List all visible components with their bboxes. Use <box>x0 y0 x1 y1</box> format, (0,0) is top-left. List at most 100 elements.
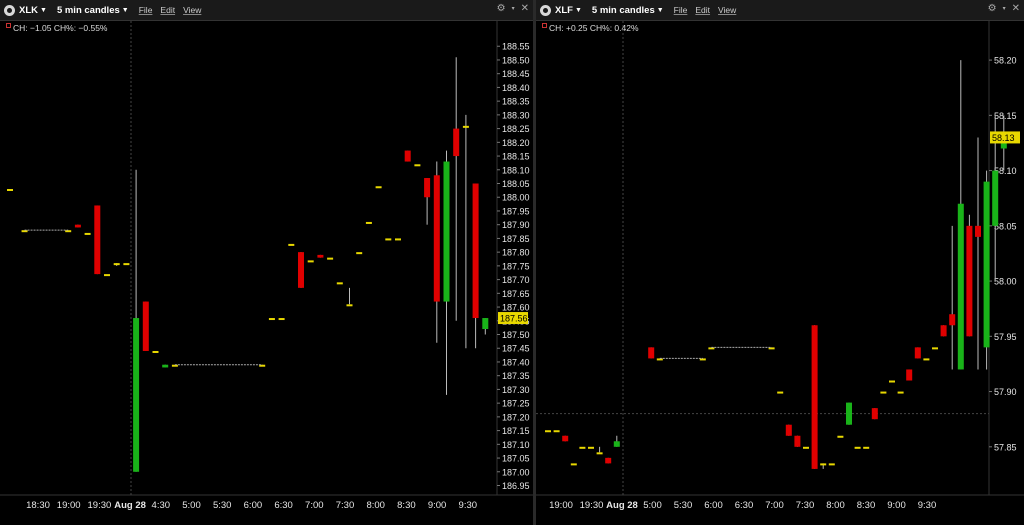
candle-body <box>923 358 930 361</box>
candle-body <box>811 325 818 469</box>
y-tick-label: 187.05 <box>502 454 530 464</box>
candle-body <box>562 435 569 442</box>
candle-body <box>453 128 460 157</box>
candle <box>889 380 895 383</box>
candle-body <box>949 314 956 326</box>
candle <box>268 318 275 321</box>
candle-body <box>889 380 895 383</box>
candle-body <box>288 243 295 246</box>
candle-body <box>482 318 489 330</box>
menu-view[interactable]: View <box>718 5 736 15</box>
y-tick-label: 188.15 <box>502 152 530 162</box>
candle <box>914 347 921 359</box>
candle <box>811 325 818 469</box>
candle-body <box>327 257 334 260</box>
x-tick-label: 6:30 <box>274 500 293 511</box>
candle <box>472 183 479 349</box>
candle-body <box>966 225 973 337</box>
menu-edit[interactable]: Edit <box>695 5 710 15</box>
candle-body <box>404 150 411 162</box>
chevron-down-icon[interactable]: ▼ <box>575 7 582 14</box>
app-logo-icon <box>4 4 15 16</box>
candle <box>983 170 990 370</box>
candle <box>553 430 560 433</box>
candle <box>385 238 392 241</box>
symbol-selector[interactable]: XLK <box>19 5 38 16</box>
candle-body <box>74 224 81 228</box>
candle-body <box>648 347 655 359</box>
chevron-down-icon[interactable]: ▾ <box>512 5 515 12</box>
chevron-down-icon[interactable]: ▼ <box>657 7 664 14</box>
candle <box>123 263 130 266</box>
candle <box>152 350 159 353</box>
y-tick-label: 188.45 <box>502 69 530 79</box>
menu-edit[interactable]: Edit <box>160 5 175 15</box>
candle <box>777 391 784 394</box>
candle <box>975 137 981 370</box>
y-tick-label: 187.40 <box>502 357 530 367</box>
xlk-candlestick-chart[interactable]: 188.55 188.50 188.45 188.40 188.35 188.30 188.… <box>0 21 533 525</box>
menu-file[interactable]: File <box>674 5 688 15</box>
candle <box>336 282 343 285</box>
xlk-chart-panel: XLK ▼ 5 min candles ▼ File Edit View ⚙ ▾… <box>0 0 533 525</box>
x-tick-label: 8:30 <box>857 500 876 511</box>
x-tick-label: 7:00 <box>765 500 784 511</box>
chevron-down-icon[interactable]: ▼ <box>122 7 129 14</box>
chevron-down-icon[interactable]: ▼ <box>40 7 47 14</box>
candle <box>785 424 792 436</box>
close-icon[interactable]: ✕ <box>1012 3 1020 14</box>
candle <box>375 186 382 189</box>
candle <box>880 391 887 394</box>
candle-body <box>803 446 809 449</box>
period-selector[interactable]: 5 min candles <box>57 5 120 16</box>
candle-body <box>298 252 304 288</box>
candle-body <box>828 463 835 466</box>
candle-body <box>785 424 792 436</box>
candle-body <box>424 178 431 198</box>
candle-body <box>656 358 663 361</box>
candle <box>562 435 569 442</box>
x-tick-label: 6:00 <box>704 500 723 511</box>
candle-body <box>433 175 440 302</box>
candle-body <box>794 435 801 447</box>
candle-body <box>365 221 372 224</box>
candle-body <box>385 238 392 241</box>
candle <box>828 463 835 466</box>
chevron-down-icon[interactable]: ▾ <box>1003 5 1006 12</box>
x-tick-label: 9:00 <box>887 500 906 511</box>
candle-body <box>443 161 450 302</box>
x-tick-label: 4:30 <box>152 500 171 511</box>
x-tick-label: 18:30 <box>26 500 50 511</box>
candle-body <box>278 318 285 321</box>
y-tick-label: 187.30 <box>502 385 530 395</box>
gear-icon[interactable]: ⚙ <box>988 3 997 14</box>
y-tick-label: 187.00 <box>502 467 530 477</box>
xlf-candlestick-chart[interactable]: 58.2058.1558.1058.0558.0057.9557.9057.85… <box>536 21 1024 525</box>
period-selector[interactable]: 5 min candles <box>592 5 655 16</box>
candle-body <box>317 254 324 258</box>
candle <box>414 164 421 167</box>
menu-view[interactable]: View <box>183 5 201 15</box>
candle-body <box>983 181 990 348</box>
xlf-chart-panel: XLF ▼ 5 min candles ▼ File Edit View ⚙ ▾… <box>536 0 1024 525</box>
x-tick-label: 19:00 <box>549 500 573 511</box>
y-tick-label: 187.65 <box>502 289 530 299</box>
candle-body <box>268 318 275 321</box>
gear-icon[interactable]: ⚙ <box>497 3 506 14</box>
menu-file[interactable]: File <box>139 5 153 15</box>
x-tick-label: 5:30 <box>213 500 232 511</box>
candle-body <box>462 125 469 128</box>
candle <box>298 252 304 288</box>
y-tick-label: 188.00 <box>502 193 530 203</box>
x-tick-label: Aug 28 <box>114 500 146 511</box>
candle-body <box>570 463 577 466</box>
candle-body <box>84 232 91 235</box>
candle <box>579 446 586 449</box>
close-icon[interactable]: ✕ <box>521 3 529 14</box>
y-tick-label: 187.85 <box>502 234 530 244</box>
app-logo-icon <box>540 4 551 16</box>
x-tick-label: 5:00 <box>643 500 662 511</box>
symbol-selector[interactable]: XLF <box>555 5 573 16</box>
candle <box>803 446 809 449</box>
candle-body <box>854 446 861 449</box>
